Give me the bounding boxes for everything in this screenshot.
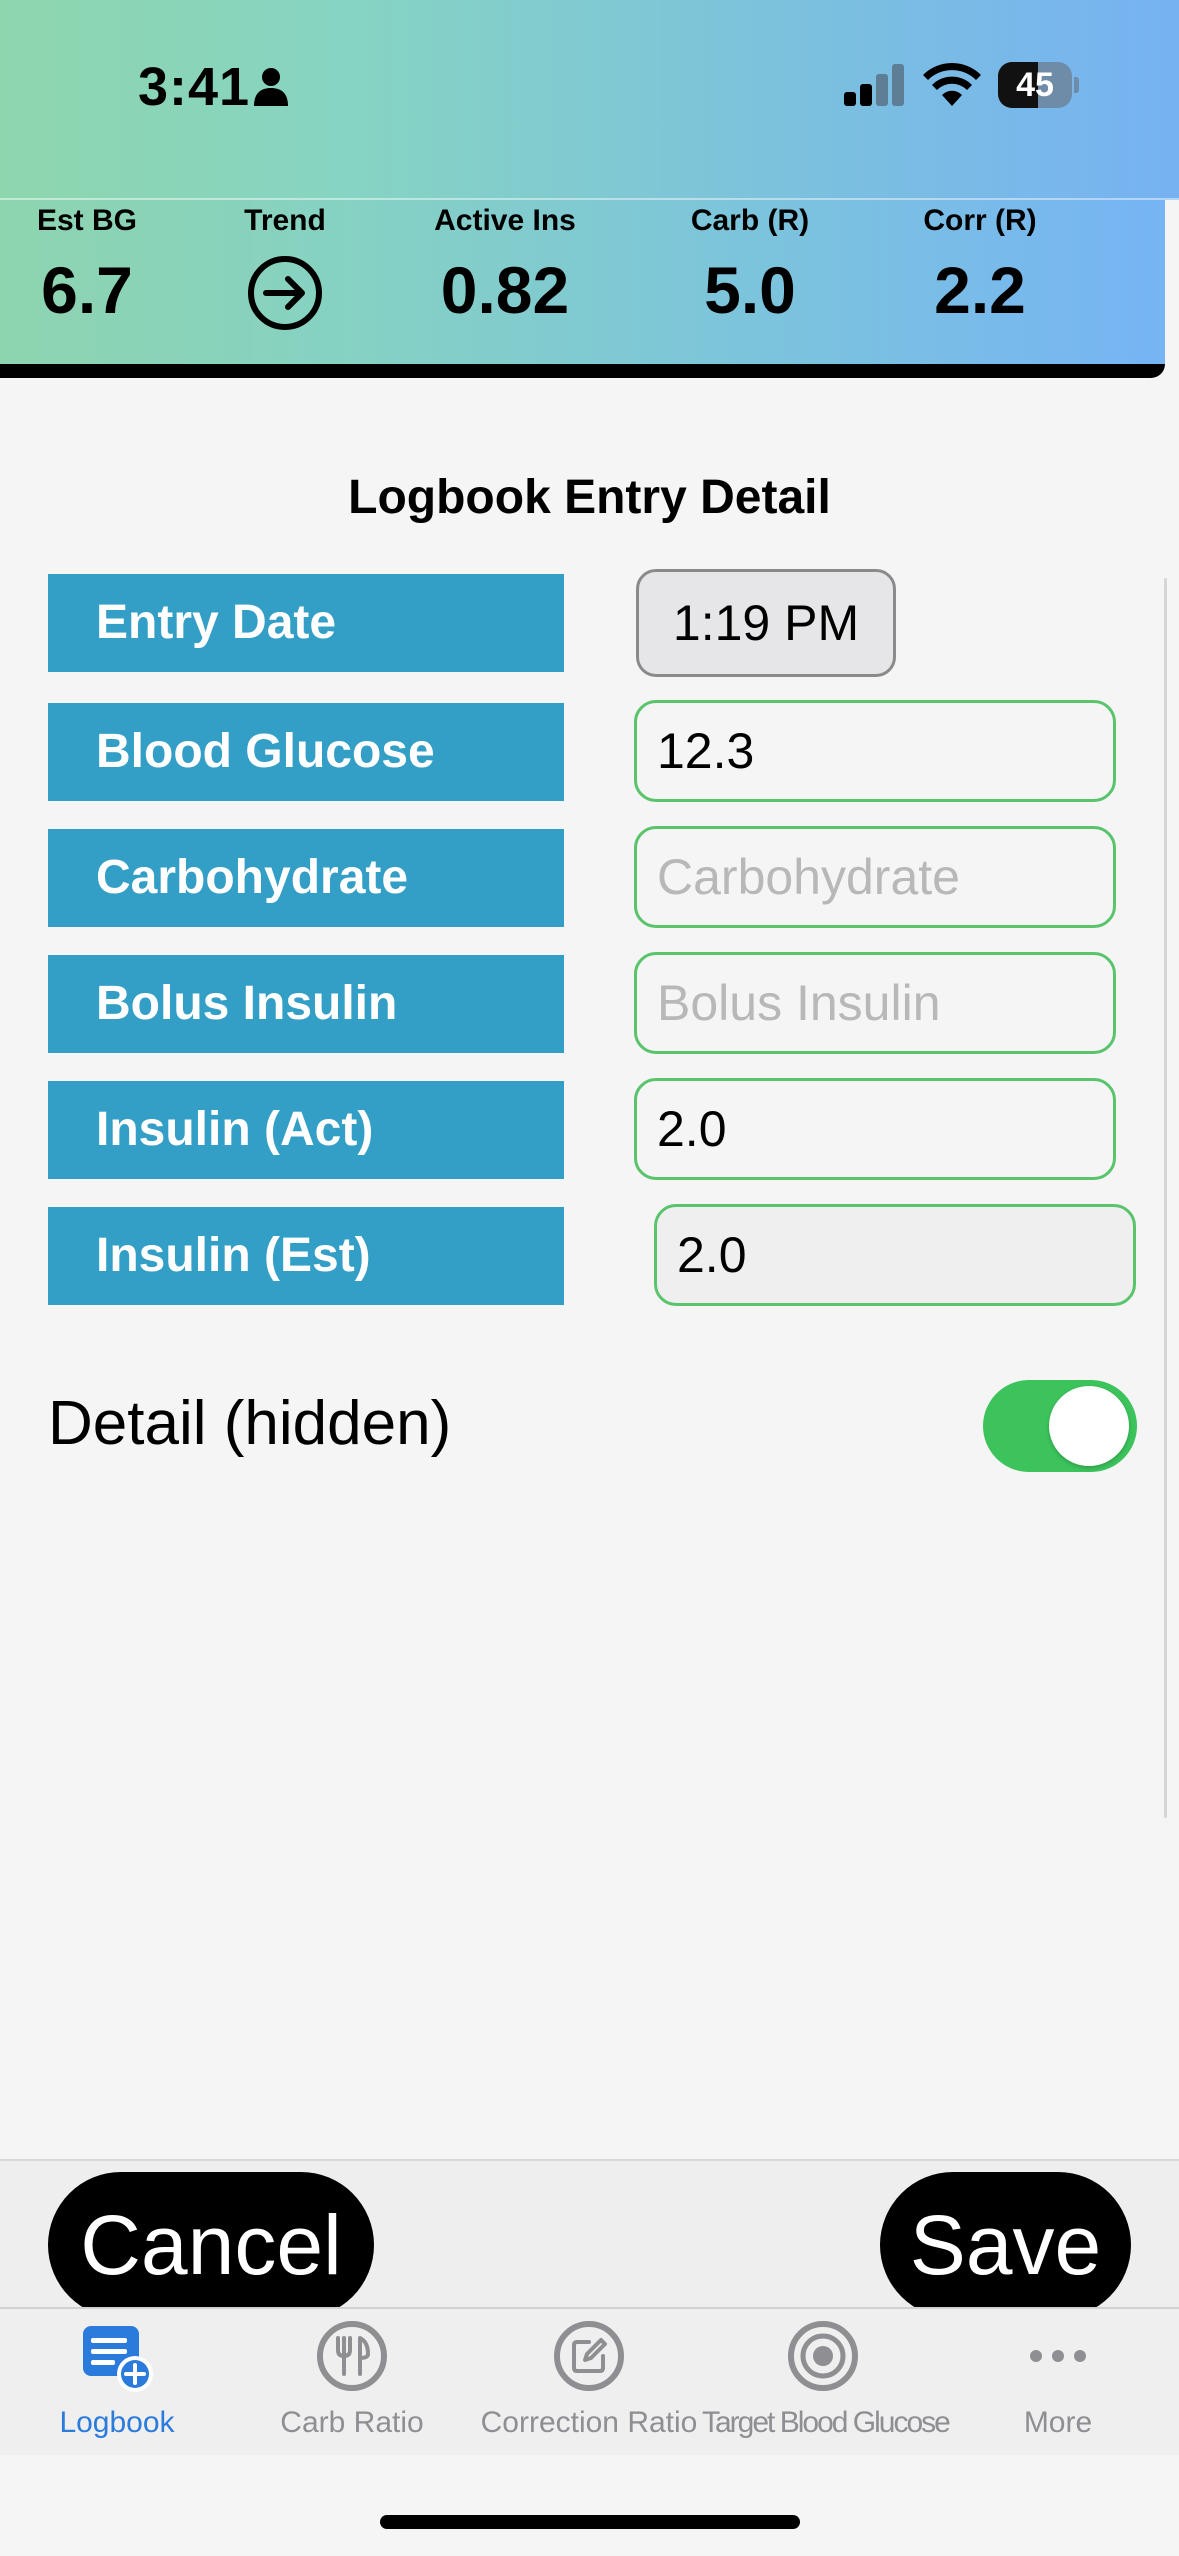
- stat-corr-ratio: Corr (R) 2.2: [900, 204, 1060, 328]
- entry-date-picker[interactable]: 1:19 PM: [636, 569, 896, 677]
- blood-glucose-field[interactable]: 12.3: [634, 700, 1116, 802]
- person-icon: [254, 68, 288, 106]
- fork-knife-icon: [317, 2321, 387, 2391]
- home-indicator[interactable]: [380, 2515, 800, 2529]
- insulin-est-label: Insulin (Est): [48, 1207, 564, 1305]
- stat-active-ins: Active Ins 0.82: [410, 204, 600, 328]
- tab-correction-ratio[interactable]: Correction Ratio: [478, 2318, 700, 2440]
- entry-date-label: Entry Date: [48, 574, 564, 672]
- edit-icon: [554, 2321, 624, 2391]
- tab-label: Logbook: [59, 2406, 175, 2439]
- wifi-icon: [923, 62, 981, 106]
- cellular-signal-icon: [844, 64, 904, 106]
- tab-label: Carb Ratio: [280, 2406, 424, 2439]
- more-dots-icon: [1030, 2350, 1086, 2362]
- status-time: 3:41: [138, 57, 251, 117]
- stat-label: Carb (R): [690, 204, 810, 237]
- insulin-act-field[interactable]: 2.0: [634, 1078, 1116, 1180]
- stat-label: Active Ins: [434, 204, 576, 237]
- stat-trend: Trend: [220, 204, 350, 332]
- logbook-add-icon: [83, 2326, 153, 2392]
- stat-value: 6.7: [41, 253, 133, 327]
- toggle-knob: [1049, 1386, 1129, 1466]
- blood-glucose-label: Blood Glucose: [48, 703, 564, 801]
- home-area: [0, 2455, 1179, 2556]
- stat-value: 0.82: [440, 253, 570, 327]
- carbohydrate-field[interactable]: Carbohydrate: [634, 826, 1116, 928]
- detail-label: Detail (hidden): [48, 1389, 452, 1458]
- stat-value: 5.0: [704, 253, 796, 327]
- page-title: Logbook Entry Detail: [348, 471, 831, 524]
- tab-label: More: [1023, 2406, 1093, 2439]
- stat-label: Trend: [244, 204, 326, 237]
- insulin-est-field[interactable]: 2.0: [654, 1204, 1136, 1306]
- battery-icon: 45: [998, 62, 1079, 108]
- stat-label: Corr (R): [923, 204, 1037, 237]
- bolus-insulin-field[interactable]: Bolus Insulin: [634, 952, 1116, 1054]
- battery-level: 45: [1016, 66, 1054, 104]
- tab-more[interactable]: More: [990, 2318, 1126, 2440]
- carbohydrate-label: Carbohydrate: [48, 829, 564, 927]
- tab-label: Correction Ratio: [480, 2406, 698, 2439]
- stat-label: Est BG: [36, 204, 138, 237]
- header-divider: [0, 198, 1179, 200]
- detail-toggle[interactable]: [983, 1380, 1137, 1472]
- scroll-indicator[interactable]: [1164, 578, 1167, 1818]
- tab-logbook[interactable]: Logbook: [30, 2318, 204, 2440]
- target-icon: [788, 2321, 858, 2391]
- stat-est-bg: Est BG 6.7: [24, 204, 150, 328]
- stat-carb-ratio: Carb (R) 5.0: [670, 204, 830, 328]
- cancel-button[interactable]: Cancel: [48, 2172, 374, 2318]
- stat-value: 2.2: [934, 253, 1026, 327]
- insulin-act-label: Insulin (Act): [48, 1081, 564, 1179]
- tab-label: Target Blood Glucose: [702, 2406, 951, 2439]
- tab-carb-ratio[interactable]: Carb Ratio: [260, 2318, 444, 2440]
- bolus-insulin-label: Bolus Insulin: [48, 955, 564, 1053]
- save-button[interactable]: Save: [880, 2172, 1131, 2318]
- arrow-right-circle-icon: [248, 256, 322, 330]
- tab-target-blood-glucose[interactable]: Target Blood Glucose: [702, 2318, 951, 2440]
